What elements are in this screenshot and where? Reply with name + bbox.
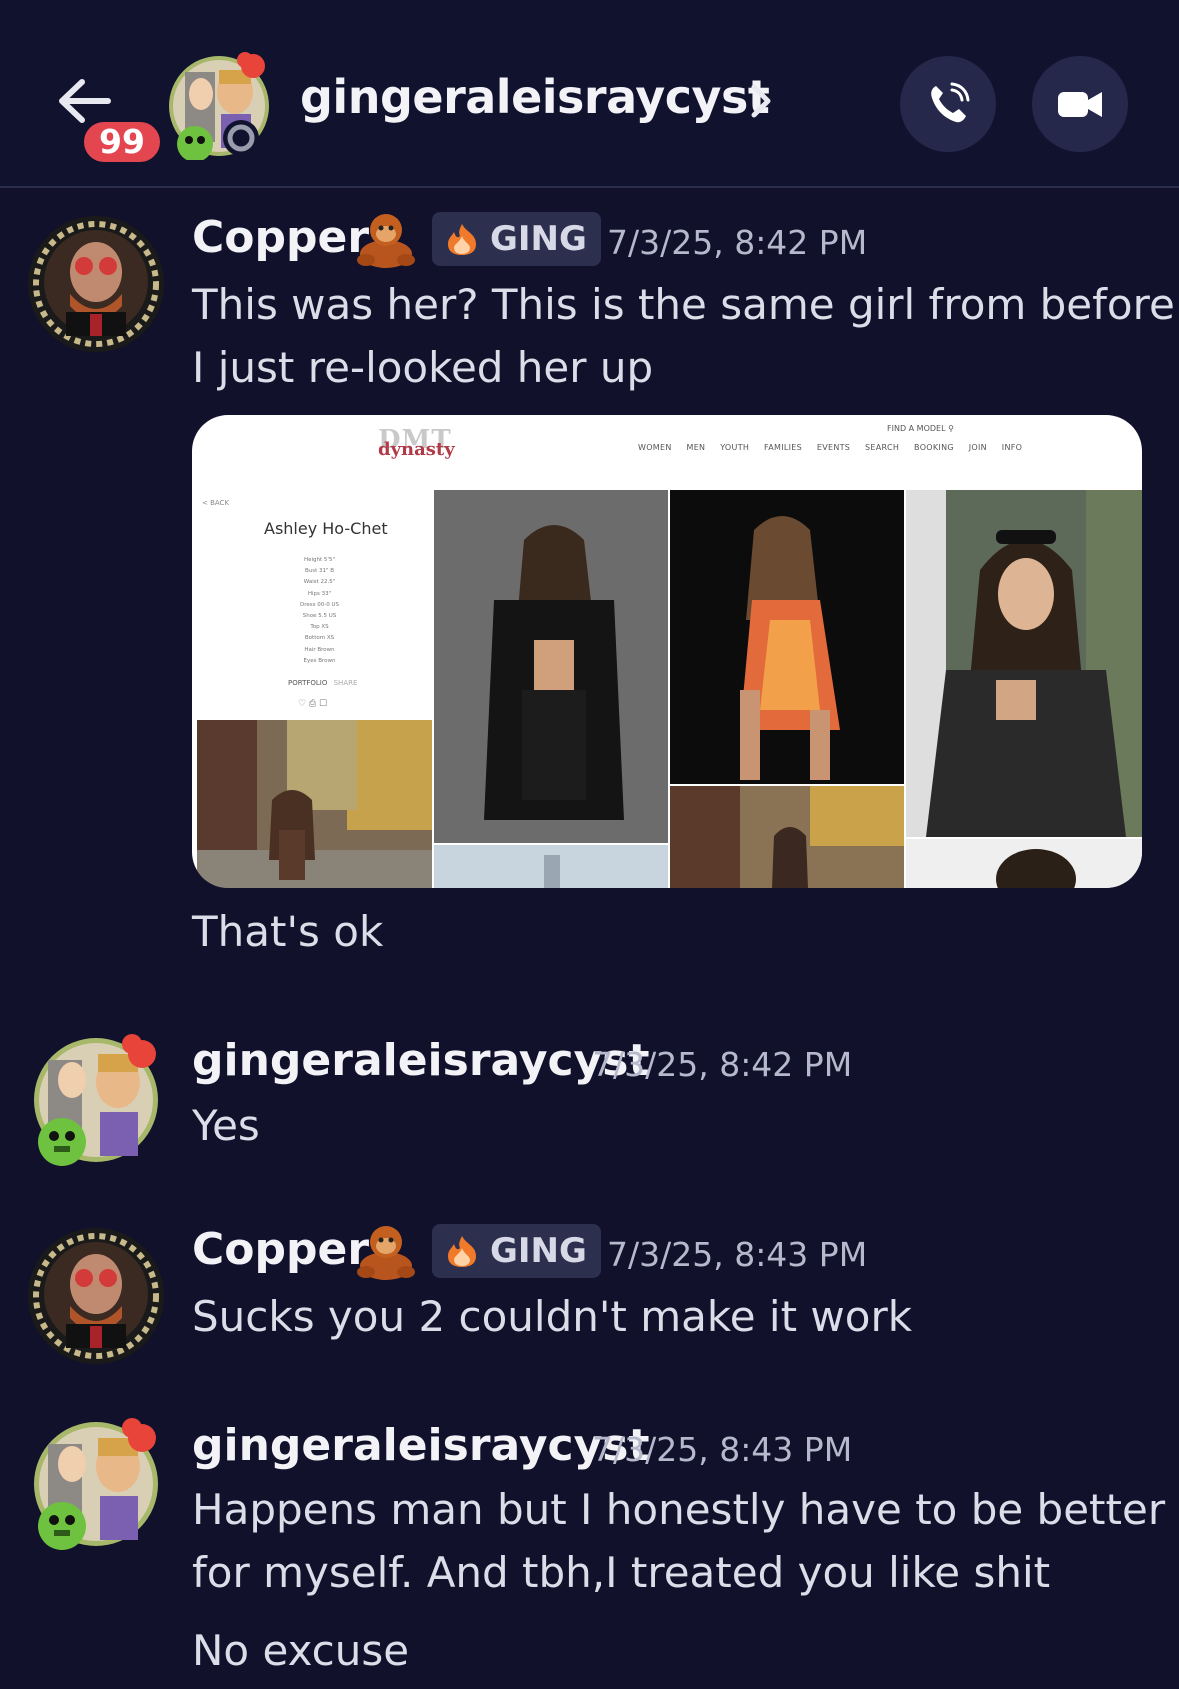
- chat-header: 99 gingeraleisraycyst: [0, 0, 1179, 188]
- nav-youth: YOUTH: [720, 443, 750, 452]
- model-name: Ashley Ho-Chet: [264, 519, 388, 538]
- message-text[interactable]: Yes: [192, 1094, 260, 1157]
- avatar[interactable]: [26, 1030, 166, 1170]
- model-photo: [197, 720, 432, 888]
- message-text[interactable]: Happens man but I honestly have to be be…: [192, 1478, 1165, 1604]
- model-photo: [434, 845, 668, 888]
- phone-icon: [931, 82, 970, 123]
- chevron-right-icon[interactable]: [748, 82, 774, 120]
- voice-call-button[interactable]: [900, 56, 996, 152]
- model-stats: Height 5'5" Bust 31" B Waist 22.5" Hips …: [300, 557, 339, 664]
- message-line: for myself. And tbh,I treated you like s…: [192, 1548, 1051, 1597]
- message-timestamp: 7/3/25, 8:42 PM: [592, 1045, 853, 1084]
- image-attachment[interactable]: DMT dynasty FIND A MODEL ⚲ WOMEN MEN YOU…: [192, 415, 1142, 888]
- role-tag-label: GING: [490, 1231, 587, 1271]
- message-author[interactable]: Copper: [192, 1224, 369, 1275]
- model-photo: [906, 490, 1142, 837]
- message-text[interactable]: That's ok: [192, 900, 383, 963]
- message-line: I just re-looked her up: [192, 343, 654, 392]
- message-timestamp: 7/3/25, 8:42 PM: [607, 223, 868, 262]
- unread-badge: 99: [80, 118, 164, 166]
- dynasty-logo: DMT dynasty: [378, 425, 455, 460]
- nav-search: SEARCH: [865, 443, 900, 452]
- model-photo: [434, 490, 668, 843]
- model-photo: [906, 839, 1142, 888]
- role-tag: GING: [432, 212, 601, 266]
- model-photo: [670, 490, 904, 784]
- nav-join: JOIN: [968, 443, 987, 452]
- portfolio-link: PORTFOLIO SHARE: [288, 679, 358, 687]
- video-camera-icon: [1058, 92, 1102, 117]
- nav-men: MEN: [686, 443, 706, 452]
- avatar[interactable]: [26, 1226, 166, 1366]
- model-photo: [670, 786, 904, 888]
- nav-families: FAMILIES: [764, 443, 802, 452]
- nav-women: WOMEN: [638, 443, 672, 452]
- message-line: This was her? This is the same girl from…: [192, 280, 1175, 329]
- fire-icon: [448, 224, 476, 255]
- nav-booking: BOOKING: [914, 443, 954, 452]
- message-author[interactable]: gingeraleisraycyst: [192, 1420, 650, 1471]
- message-author[interactable]: gingeraleisraycyst: [192, 1035, 650, 1086]
- message-timestamp: 7/3/25, 8:43 PM: [592, 1430, 853, 1469]
- message-text[interactable]: Sucks you 2 couldn't make it work: [192, 1285, 912, 1348]
- nav-links: WOMEN MEN YOUTH FAMILIES EVENTS SEARCH B…: [638, 443, 1034, 452]
- back-link: < BACK: [202, 499, 230, 507]
- nav-events: EVENTS: [816, 443, 851, 452]
- message-author[interactable]: Copper: [192, 212, 369, 263]
- website-nav: DMT dynasty FIND A MODEL ⚲ WOMEN MEN YOU…: [192, 415, 1142, 490]
- group-avatar[interactable]: [165, 52, 273, 162]
- avatar[interactable]: [26, 214, 166, 354]
- fire-icon: [448, 1236, 476, 1267]
- message-text[interactable]: This was her? This is the same girl from…: [192, 273, 1175, 399]
- message-timestamp: 7/3/25, 8:43 PM: [607, 1235, 868, 1274]
- chat-title[interactable]: gingeraleisraycyst: [300, 70, 770, 124]
- orangutan-icon: [357, 214, 415, 268]
- avatar[interactable]: [26, 1414, 166, 1554]
- message-line: Happens man but I honestly have to be be…: [192, 1485, 1166, 1534]
- nav-info: INFO: [1001, 443, 1023, 452]
- role-tag: GING: [432, 1224, 601, 1278]
- video-call-button[interactable]: [1032, 56, 1128, 152]
- message-text[interactable]: No excuse: [192, 1619, 409, 1682]
- share-icons: ♡ ⎙ ☐: [298, 699, 328, 709]
- orangutan-icon: [357, 1226, 415, 1280]
- role-tag-label: GING: [490, 219, 587, 259]
- find-model-link: FIND A MODEL ⚲: [887, 424, 954, 433]
